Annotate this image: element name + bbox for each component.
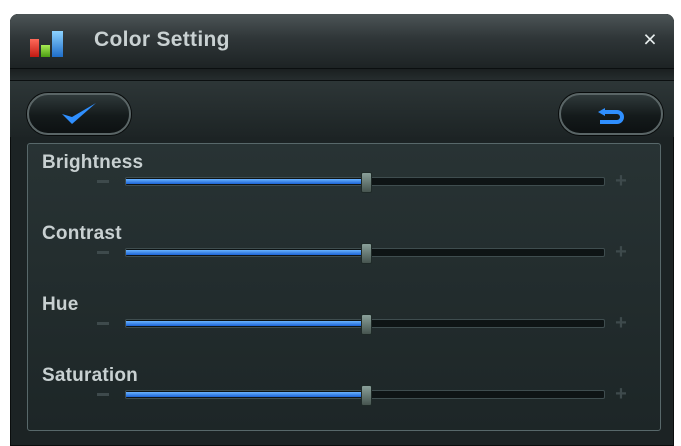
title-separator <box>10 69 674 81</box>
minus-icon[interactable] <box>97 251 109 254</box>
slider-track[interactable] <box>125 385 605 406</box>
slider-panel: Brightness + Contrast + Hue + Saturation… <box>27 143 661 431</box>
slider-label: Contrast <box>42 223 122 244</box>
plus-icon[interactable]: + <box>614 171 628 191</box>
minus-icon[interactable] <box>97 393 109 396</box>
minus-icon[interactable] <box>97 180 109 183</box>
slider-hue: Hue + <box>28 294 660 364</box>
checkmark-icon <box>62 103 96 124</box>
slider-fill <box>126 179 365 184</box>
slider-contrast: Contrast + <box>28 223 660 293</box>
slider-thumb[interactable] <box>361 243 372 264</box>
slider-thumb[interactable] <box>361 385 372 406</box>
slider-track[interactable] <box>125 243 605 264</box>
confirm-button[interactable] <box>27 93 131 135</box>
plus-icon[interactable]: + <box>614 384 628 404</box>
slider-fill <box>126 321 365 326</box>
bar-chart-icon <box>30 29 66 57</box>
slider-label: Hue <box>42 294 79 315</box>
slider-thumb[interactable] <box>361 172 372 193</box>
slider-thumb[interactable] <box>361 314 372 335</box>
slider-label: Saturation <box>42 365 138 386</box>
plus-icon[interactable]: + <box>614 242 628 262</box>
slider-track[interactable] <box>125 172 605 193</box>
title-bar: Color Setting × <box>10 14 674 69</box>
slider-track[interactable] <box>125 314 605 335</box>
slider-brightness: Brightness + <box>28 152 660 222</box>
slider-label: Brightness <box>42 152 144 173</box>
color-setting-window: Color Setting × Brightness + Contrast + … <box>10 14 674 446</box>
plus-icon[interactable]: + <box>614 313 628 333</box>
toolbar <box>10 81 674 137</box>
slider-saturation: Saturation + <box>28 365 660 435</box>
close-button[interactable]: × <box>638 26 662 52</box>
slider-fill <box>126 392 365 397</box>
slider-fill <box>126 250 365 255</box>
back-button[interactable] <box>559 93 663 135</box>
window-title: Color Setting <box>94 28 230 51</box>
minus-icon[interactable] <box>97 322 109 325</box>
return-arrow-icon <box>598 108 624 124</box>
